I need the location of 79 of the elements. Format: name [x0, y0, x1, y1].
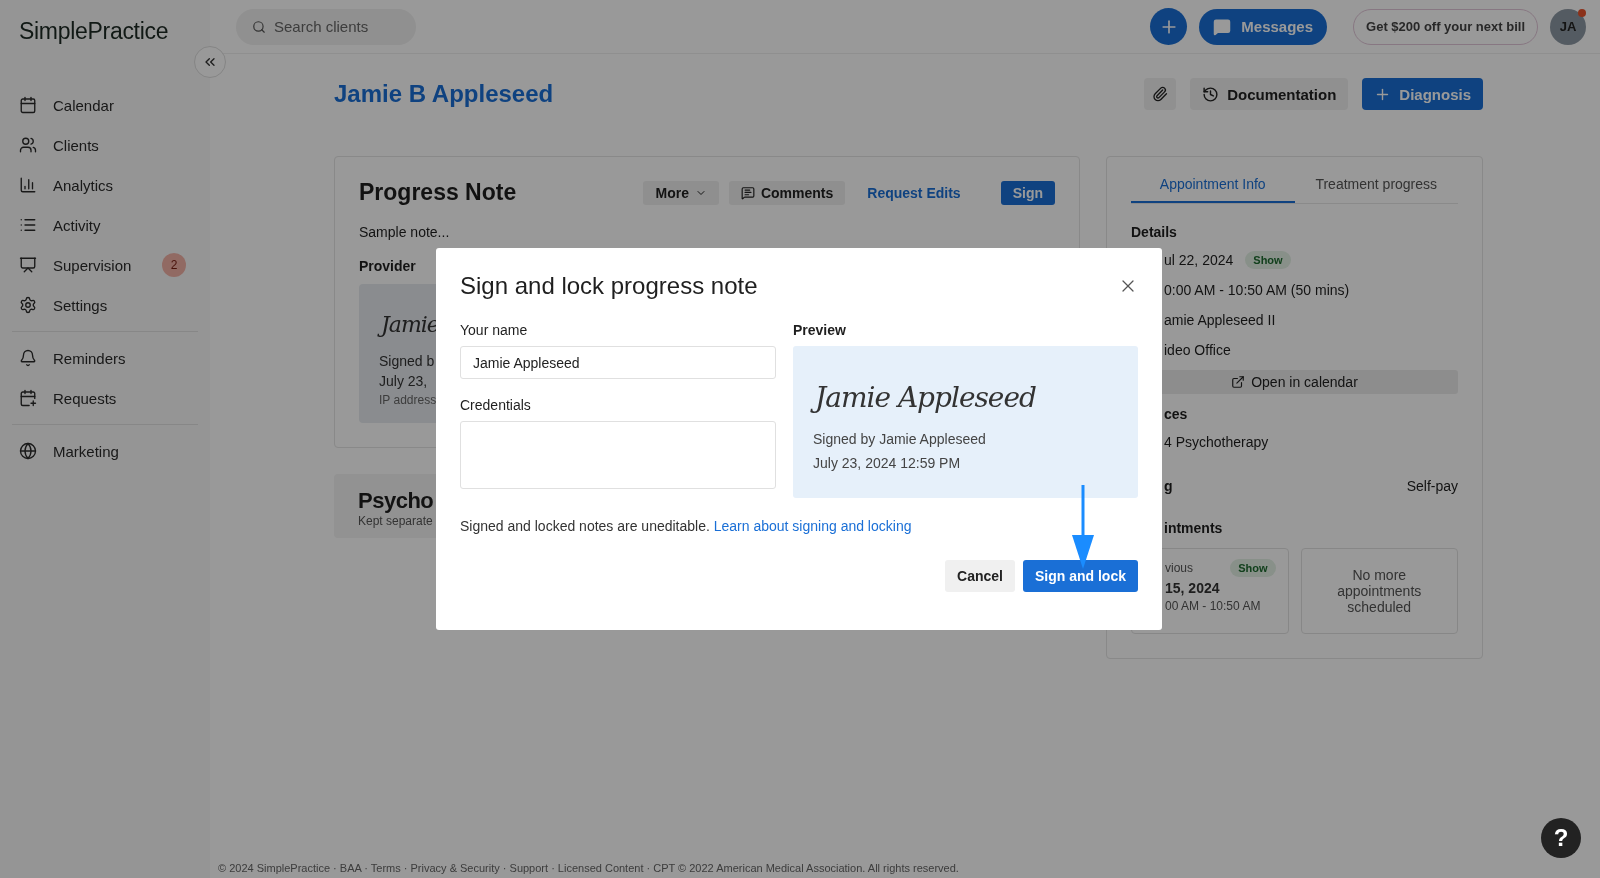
- signed-by-text: Signed b: [379, 351, 435, 371]
- signed-by-text: Signed by Jamie Appleseed: [813, 430, 987, 450]
- signature: Jamie: [379, 310, 447, 341]
- sidebar-item[interactable]: Reminders: [12, 338, 198, 378]
- list-icon: [19, 216, 37, 234]
- location-text: ideo Office: [1164, 342, 1231, 358]
- globe-icon: [19, 442, 37, 460]
- note-title: Progress Note: [359, 179, 518, 206]
- no-appointments-card: No more appointments scheduled: [1300, 548, 1458, 634]
- add-button[interactable]: [1150, 8, 1188, 45]
- speech-bubble-icon: [1213, 17, 1232, 36]
- status-pill: Show: [1245, 251, 1291, 269]
- sidebar-item[interactable]: Supervision 2: [12, 245, 198, 285]
- people-icon: [19, 136, 37, 154]
- promo-button[interactable]: Get $200 off your next bill: [1353, 8, 1538, 45]
- help-button[interactable]: ?: [1541, 818, 1581, 858]
- clinician-name: amie Appleseed II: [1164, 312, 1276, 328]
- gear-icon: [19, 296, 37, 314]
- sign-and-lock-button[interactable]: Sign and lock: [1023, 560, 1138, 592]
- bar-chart-icon: [19, 176, 37, 194]
- dialog-title: Sign and lock progress note: [460, 272, 758, 300]
- appointment-date: 15, 2024: [1165, 580, 1221, 596]
- sidebar-item[interactable]: Analytics: [12, 165, 198, 205]
- comment-icon: [740, 185, 755, 200]
- signed-date: July 23,: [379, 371, 428, 391]
- attach-button[interactable]: [1144, 78, 1177, 110]
- appointment-label: vious: [1165, 561, 1193, 575]
- learn-more-link[interactable]: Learn about signing and locking: [713, 518, 912, 534]
- sidebar-item[interactable]: Settings: [12, 285, 198, 325]
- sidebar-item[interactable]: Marketing: [12, 431, 198, 471]
- sidebar-item[interactable]: Clients: [12, 125, 198, 165]
- search-field[interactable]: Search clients: [236, 8, 416, 45]
- diagnosis-button[interactable]: Diagnosis: [1362, 78, 1483, 110]
- client-name: Jamie B Appleseed: [334, 80, 555, 108]
- provider-label: Provider: [359, 258, 417, 274]
- panel-tab[interactable]: Treatment progress: [1294, 173, 1458, 203]
- note-body: Sample note...: [359, 224, 451, 240]
- logo: SimplePractice: [18, 18, 170, 45]
- request-edits-link[interactable]: Request Edits: [855, 180, 973, 205]
- section-label: intments: [1164, 520, 1223, 536]
- field-label: Credentials: [460, 397, 532, 413]
- external-link-icon: [1231, 375, 1246, 389]
- card-subtitle: Kept separate: [358, 513, 433, 528]
- comments-button[interactable]: Comments: [728, 180, 846, 205]
- sidebar-item[interactable]: Requests: [12, 378, 198, 418]
- appointment-time: 0:00 AM - 10:50 AM (50 mins): [1164, 282, 1350, 298]
- status-pill: Show: [1230, 559, 1276, 577]
- count-badge: 2: [162, 253, 186, 277]
- more-button[interactable]: More: [643, 180, 719, 205]
- calendar-icon: [19, 96, 37, 114]
- footer-text: © 2024 SimplePractice · BAA · Terms · Privacy & Security · Support · Licensed Content · CPT © 2022 American Medical Association. All rights reserved.: [217, 862, 960, 876]
- search-icon: [252, 19, 266, 34]
- section-label: Details: [1131, 224, 1177, 240]
- card-title: Psycho: [358, 487, 434, 514]
- presentation-icon: [19, 256, 37, 274]
- billing-label: g: [1164, 478, 1173, 494]
- signed-date: July 23, 2024 12:59 PM: [813, 454, 962, 474]
- paperclip-icon: [1152, 86, 1169, 102]
- credentials-field[interactable]: [460, 421, 776, 489]
- documentation-button[interactable]: Documentation: [1190, 78, 1349, 110]
- section-label: ces: [1164, 406, 1188, 422]
- sidebar-item[interactable]: Activity: [12, 205, 198, 245]
- panel-tab[interactable]: Appointment Info: [1131, 173, 1295, 203]
- appointment-date: ul 22, 2024: [1164, 252, 1234, 268]
- field-label: Your name: [460, 322, 529, 338]
- sign-button[interactable]: Sign: [1000, 180, 1055, 205]
- cancel-button[interactable]: Cancel: [945, 560, 1015, 592]
- messages-button[interactable]: Messages: [1199, 8, 1328, 45]
- history-icon: [1202, 85, 1220, 103]
- bell-icon: [19, 349, 37, 367]
- ip-address: IP address: [379, 392, 437, 407]
- calendar-plus-icon: [19, 389, 37, 407]
- name-field[interactable]: Jamie Appleseed: [460, 346, 776, 379]
- appointment-time: 00 AM - 10:50 AM: [1165, 599, 1262, 613]
- lock-note: Signed and locked notes are uneditable. Learn about signing and locking: [460, 518, 913, 534]
- sidebar-item[interactable]: Calendar: [12, 85, 198, 125]
- billing-value: Self-pay: [1406, 478, 1458, 494]
- preview-label: Preview: [793, 322, 847, 338]
- service-text: 4 Psychotherapy: [1164, 434, 1269, 450]
